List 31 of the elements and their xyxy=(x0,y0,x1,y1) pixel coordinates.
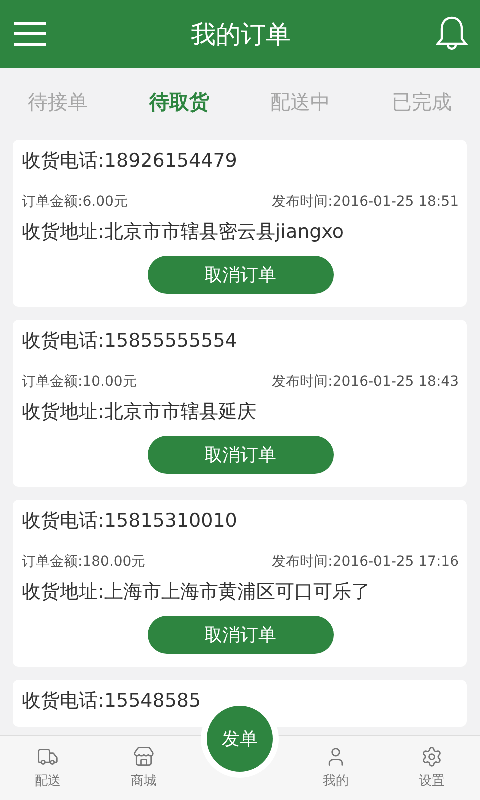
page-title: 我的订单 xyxy=(191,18,291,50)
nav-item[interactable]: 我的 xyxy=(288,736,384,800)
phone-text: 收货电话:15548585 xyxy=(22,689,202,714)
address-text: 收货地址:上海市上海市黄浦区可口可乐了 xyxy=(22,580,372,605)
truck-icon xyxy=(37,746,59,768)
time-text: 发布时间:2016-01-25 17:16 xyxy=(272,553,459,571)
settings-icon xyxy=(421,746,443,768)
post-order-button[interactable]: 发单 xyxy=(207,706,273,772)
address-text: 收货地址:北京市市辖县密云县jiangxo xyxy=(22,220,345,245)
address-text: 收货地址:北京市市辖县延庆 xyxy=(22,400,258,425)
time-text: 发布时间:2016-01-25 18:43 xyxy=(272,373,459,391)
store-icon xyxy=(133,746,155,768)
status-tab[interactable]: 配送中 xyxy=(270,84,331,120)
status-tab[interactable]: 待取货 xyxy=(149,84,210,120)
nav-item[interactable]: 配送 xyxy=(0,736,96,800)
cancel-order-button[interactable]: 取消订单 xyxy=(148,436,334,474)
time-text: 发布时间:2016-01-25 18:51 xyxy=(272,193,459,211)
menu-icon[interactable] xyxy=(14,21,46,47)
status-tab[interactable]: 已完成 xyxy=(392,84,452,120)
cancel-order-button[interactable]: 取消订单 xyxy=(148,616,334,654)
status-tab[interactable]: 待接单 xyxy=(28,84,88,120)
nav-item[interactable]: 设置 xyxy=(384,736,480,800)
phone-text: 收货电话:15855555554 xyxy=(22,329,238,354)
amount-text: 订单金额:10.00元 xyxy=(22,373,137,391)
phone-text: 收货电话:15815310010 xyxy=(22,509,238,534)
amount-text: 订单金额:6.00元 xyxy=(22,193,128,211)
nav-item[interactable]: 商城 xyxy=(96,736,192,800)
phone-text: 收货电话:18926154479 xyxy=(22,149,238,174)
bell-icon[interactable] xyxy=(436,16,468,52)
amount-text: 订单金额:180.00元 xyxy=(22,553,146,571)
cancel-order-button[interactable]: 取消订单 xyxy=(148,256,334,294)
